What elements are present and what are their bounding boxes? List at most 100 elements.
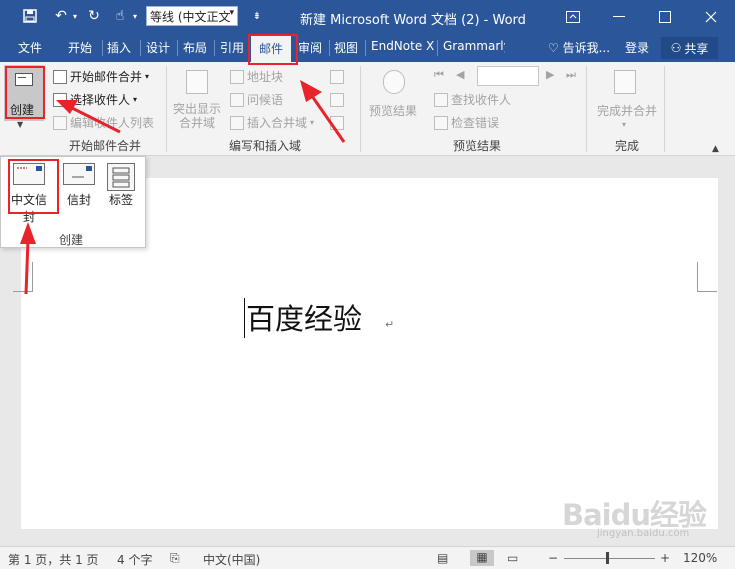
start-mail-merge-button[interactable]: 开始邮件合并 ▾ <box>53 68 149 85</box>
person-icon: ⚇ <box>670 41 682 55</box>
group-label-preview: 预览结果 <box>453 139 502 153</box>
tell-me-label: 告诉我... <box>562 41 611 55</box>
ribbon-tabs: 文件 开始 插入 设计 布局 引用 邮件 审阅 视图 EndNote X Gra… <box>0 34 735 62</box>
chevron-down-icon: ▾ <box>229 8 234 18</box>
tab-separator <box>214 40 215 56</box>
tab-separator <box>437 40 438 56</box>
status-bar: 第 1 页，共 1 页 4 个字 ⎘ 中文(中国) ▤ ▦ ▭ − + 120% <box>0 546 735 569</box>
tab-separator <box>365 40 366 56</box>
ribbon-display-icon[interactable] <box>550 0 596 34</box>
save-icon[interactable] <box>20 5 40 27</box>
highlight-chinese-envelope <box>8 159 59 214</box>
margin-corner-left <box>13 262 33 292</box>
login-link[interactable]: 登录 <box>625 39 649 56</box>
undo-icon[interactable]: ↶ <box>50 5 72 27</box>
minimize-icon[interactable] <box>596 0 642 34</box>
preview-results-label: 预览结果 <box>369 104 418 118</box>
web-layout-icon[interactable]: ▭ <box>507 551 518 565</box>
zoom-in-icon[interactable]: + <box>660 551 670 565</box>
group-separator <box>586 66 587 152</box>
tab-separator <box>177 40 178 56</box>
check-errors-button[interactable]: 检查错误 <box>434 114 499 131</box>
tab-review[interactable]: 审阅 <box>298 39 322 56</box>
record-number-input[interactable] <box>477 66 539 86</box>
recipients-icon <box>53 92 67 107</box>
envelope-button[interactable]: 信封 <box>57 161 101 215</box>
print-layout-icon[interactable]: ▦ <box>470 550 494 566</box>
highlight-fields-label: 突出显示合并域 <box>172 102 221 130</box>
group-separator <box>360 66 361 152</box>
language-status[interactable]: 中文(中国) <box>203 551 260 568</box>
last-record-icon[interactable]: ⏭ <box>566 68 576 82</box>
labels-button[interactable]: 标签 <box>99 161 143 215</box>
chevron-down-icon[interactable]: ▼ <box>17 120 23 129</box>
document-text[interactable]: 百度经验 <box>246 296 362 338</box>
lightbulb-icon: ♡ <box>548 41 559 55</box>
tab-file[interactable]: 文件 <box>18 39 42 56</box>
redo-icon[interactable]: ↻ <box>84 5 104 27</box>
tab-endnote[interactable]: EndNote X <box>371 39 434 53</box>
zoom-slider-thumb[interactable] <box>606 552 609 564</box>
address-block-icon <box>230 69 244 84</box>
finish-merge-button[interactable]: 完成并合并 <box>597 102 657 119</box>
vertical-scrollbar[interactable] <box>718 156 735 529</box>
tab-insert[interactable]: 插入 <box>107 39 131 56</box>
chevron-down-icon: ▾ <box>145 72 150 81</box>
match-fields-icon[interactable] <box>330 93 344 107</box>
finish-merge-icon <box>614 70 636 94</box>
first-record-icon[interactable]: ⏮ <box>434 68 444 82</box>
group-separator <box>166 66 167 152</box>
greeting-line-button[interactable]: 问候语 <box>230 91 283 108</box>
highlight-fields-button[interactable]: 突出显示合并域 <box>172 102 222 130</box>
zoom-level[interactable]: 120% <box>683 551 717 565</box>
select-recipients-button[interactable]: 选择收件人 ▾ <box>53 91 137 108</box>
chevron-down-icon: ▾ <box>310 118 315 127</box>
tab-design[interactable]: 设计 <box>146 39 170 56</box>
rules-icon[interactable] <box>330 70 344 84</box>
highlight-create <box>5 66 45 119</box>
tab-separator <box>102 40 103 56</box>
maximize-icon[interactable] <box>642 0 688 34</box>
font-select[interactable]: 等线 (中文正文 ▾ <box>146 6 238 26</box>
labels-label: 标签 <box>108 193 133 207</box>
undo-dropdown-icon[interactable]: ▾ <box>70 5 80 27</box>
group-label-write-insert: 编写和插入域 <box>229 139 302 153</box>
previous-record-icon[interactable]: ◀ <box>456 68 464 81</box>
highlight-mailings-tab <box>248 34 298 65</box>
check-errors-label: 检查错误 <box>451 116 500 130</box>
insert-merge-field-label: 插入合并域 <box>247 116 308 130</box>
edit-recipients-button[interactable]: 编辑收件人列表 <box>53 114 154 131</box>
zoom-out-icon[interactable]: − <box>548 551 558 565</box>
chevron-down-icon[interactable]: ▾ <box>622 120 626 129</box>
paragraph-mark: ↵ <box>385 318 395 331</box>
preview-results-button[interactable]: 预览结果 <box>369 102 417 119</box>
next-record-icon[interactable]: ▶ <box>546 68 554 81</box>
page-count[interactable]: 第 1 页，共 1 页 <box>8 551 99 568</box>
tell-me-search[interactable]: ♡ 告诉我... <box>548 39 610 56</box>
tab-grammarly[interactable]: Grammarly <box>443 39 505 53</box>
zoom-slider[interactable] <box>564 558 655 559</box>
tab-layout[interactable]: 布局 <box>183 39 207 56</box>
touch-mode-icon[interactable]: ☝ <box>110 5 130 27</box>
insert-merge-field-button[interactable]: 插入合并域 ▾ <box>230 114 314 131</box>
edit-recipients-label: 编辑收件人列表 <box>70 116 155 130</box>
touch-dropdown-icon[interactable]: ▾ <box>130 5 140 27</box>
tab-references[interactable]: 引用 <box>220 39 244 56</box>
tab-view[interactable]: 视图 <box>334 39 358 56</box>
word-count[interactable]: 4 个字 <box>117 551 152 568</box>
read-mode-icon[interactable]: ▤ <box>437 551 448 565</box>
customize-icon[interactable]: ⇟ <box>250 5 264 27</box>
close-icon[interactable] <box>688 0 734 34</box>
collapse-ribbon-icon[interactable]: ▲ <box>712 144 719 154</box>
address-block-button[interactable]: 地址块 <box>230 68 283 85</box>
share-button[interactable]: ⚇ 共享 <box>661 37 718 59</box>
finish-merge-label: 完成并合并 <box>597 104 658 118</box>
tab-home[interactable]: 开始 <box>68 39 92 56</box>
dropdown-group-label: 创建 <box>59 233 84 247</box>
find-recipient-button[interactable]: 查找收件人 <box>434 91 511 108</box>
proofing-icon[interactable]: ⎘ <box>170 551 180 566</box>
edit-list-icon <box>53 115 67 130</box>
select-recipients-label: 选择收件人 <box>70 93 131 107</box>
update-labels-icon[interactable] <box>330 116 344 130</box>
tab-separator <box>140 40 141 56</box>
